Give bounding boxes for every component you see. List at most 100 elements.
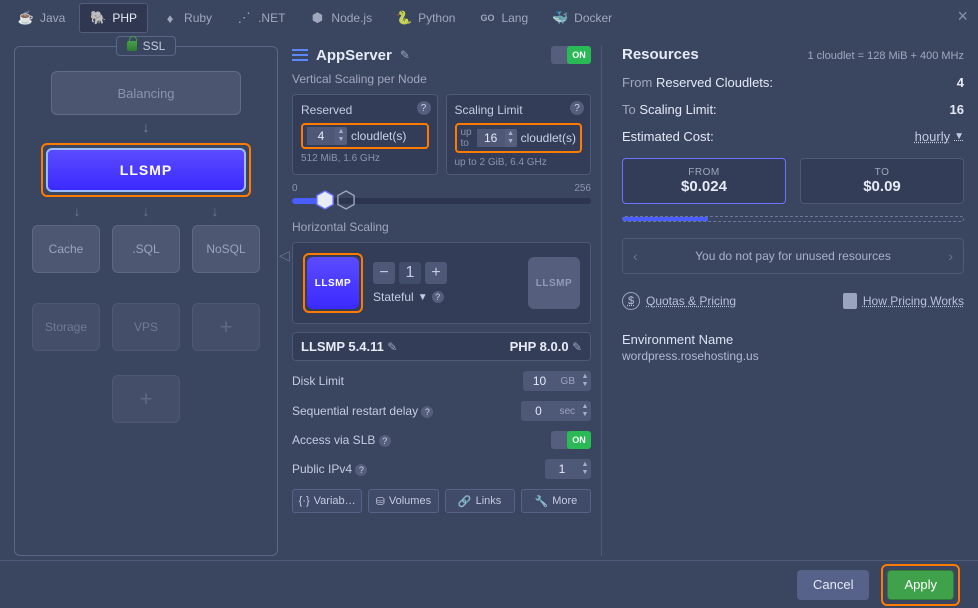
restart-delay-stepper[interactable]: sec▲▼ <box>521 401 591 421</box>
node-thumb-add[interactable]: LLSMP <box>528 257 580 309</box>
storage-node[interactable]: Storage <box>32 303 100 351</box>
add-node[interactable]: + <box>192 303 260 351</box>
stepper-down-icon[interactable]: ▼ <box>579 381 591 389</box>
limit-input[interactable] <box>477 129 505 147</box>
reserved-input[interactable] <box>307 127 335 145</box>
go-icon: GO <box>479 10 495 26</box>
increment-button[interactable]: + <box>425 262 447 284</box>
cost-to-value: $0.09 <box>801 178 963 195</box>
apply-highlight: Apply <box>881 564 960 606</box>
stepper-up-icon[interactable]: ▲ <box>579 373 591 381</box>
stepper-down-icon[interactable]: ▼ <box>505 138 517 146</box>
node-thumb[interactable]: LLSMP <box>307 257 359 309</box>
node-count: 1 <box>399 262 421 284</box>
ruby-icon: ♦ <box>162 10 178 26</box>
stepper-down-icon[interactable]: ▼ <box>579 411 591 419</box>
disk-limit-label: Disk Limit <box>292 374 344 388</box>
tab-node[interactable]: ⬢Node.js <box>299 4 382 32</box>
tab-go[interactable]: GOLang <box>469 4 538 32</box>
add-layer[interactable]: + <box>112 375 180 423</box>
limit-title: Scaling Limit <box>455 103 583 117</box>
ipv4-input[interactable] <box>545 459 579 479</box>
reserved-sub: 512 MiB, 1.6 GHz <box>301 153 429 164</box>
reserved-title: Reserved <box>301 103 429 117</box>
slider-handle-reserved[interactable] <box>316 190 334 210</box>
ssl-badge[interactable]: SSL <box>116 36 177 56</box>
appserver-toggle[interactable]: ON <box>551 46 591 64</box>
tab-python-label: Python <box>418 11 455 25</box>
stepper-down-icon[interactable]: ▼ <box>579 469 591 477</box>
appserver-node[interactable]: LLSMP <box>46 148 246 192</box>
limit-prefix: up to <box>461 127 473 149</box>
help-icon[interactable]: ? <box>379 435 391 447</box>
more-button[interactable]: 🔧More <box>521 489 591 513</box>
ipv4-stepper[interactable]: ▲▼ <box>545 459 591 479</box>
info-carousel: ‹ You do not pay for unused resources › <box>622 238 964 274</box>
arrow-left-icon: ◁ <box>279 247 290 264</box>
decrement-button[interactable]: − <box>373 262 395 284</box>
tab-docker[interactable]: 🐳Docker <box>542 4 622 32</box>
vps-node[interactable]: VPS <box>112 303 180 351</box>
tab-python[interactable]: 🐍Python <box>386 4 465 32</box>
slider-handle-limit[interactable] <box>337 190 355 210</box>
period-dropdown[interactable]: hourly▼ <box>915 129 964 144</box>
edit-icon[interactable]: ✎ <box>572 340 582 354</box>
carousel-prev-icon[interactable]: ‹ <box>633 248 638 264</box>
tab-dotnet[interactable]: ⋰.NET <box>226 4 295 32</box>
appserver-highlight: LLSMP <box>41 143 251 197</box>
edit-icon[interactable]: ✎ <box>400 48 410 62</box>
stepper-up-icon[interactable]: ▲ <box>579 403 591 411</box>
slb-toggle[interactable]: ON <box>551 431 591 449</box>
dollar-icon: $ <box>622 292 640 310</box>
apply-label: Apply <box>904 577 937 592</box>
volumes-button[interactable]: ⛁Volumes <box>368 489 438 513</box>
tab-ruby[interactable]: ♦Ruby <box>152 4 222 32</box>
quotas-link[interactable]: $Quotas & Pricing <box>622 292 736 310</box>
stepper-up-icon[interactable]: ▲ <box>579 461 591 469</box>
cloudlet-slider[interactable]: 0256 <box>292 183 591 204</box>
help-icon[interactable]: ? <box>570 101 584 115</box>
stepper-down-icon[interactable]: ▼ <box>335 136 347 144</box>
sql-node[interactable]: .SQL <box>112 225 180 273</box>
help-icon[interactable]: ? <box>417 101 431 115</box>
language-tabs: ☕Java 🐘PHP ♦Ruby ⋰.NET ⬢Node.js 🐍Python … <box>0 0 978 36</box>
edit-icon[interactable]: ✎ <box>387 340 397 354</box>
nosql-node[interactable]: NoSQL <box>192 225 260 273</box>
topology-panel: SSL Balancing ↓ LLSMP ↓ ↓ ↓ ◁ Cache .SQL… <box>14 46 278 556</box>
cancel-button[interactable]: Cancel <box>797 570 869 600</box>
help-icon[interactable]: ? <box>355 464 367 476</box>
engine-version: PHP 8.0.0 <box>510 339 569 354</box>
stack-version: LLSMP 5.4.11 <box>301 339 384 354</box>
cache-node[interactable]: Cache <box>32 225 100 273</box>
horizontal-scaling-label: Horizontal Scaling <box>292 220 591 234</box>
balancing-node[interactable]: Balancing <box>51 71 241 115</box>
chevron-down-icon: ▼ <box>418 292 428 303</box>
resources-panel: Resources 1 cloudlet = 128 MiB + 400 MHz… <box>616 46 964 556</box>
scaling-limit-label: Scaling Limit: <box>639 102 716 117</box>
menu-icon[interactable] <box>292 49 308 61</box>
how-pricing-link[interactable]: How Pricing Works <box>843 292 964 310</box>
tab-php[interactable]: 🐘PHP <box>79 3 148 33</box>
tab-java[interactable]: ☕Java <box>8 4 75 32</box>
reserved-stepper[interactable]: ▲▼ <box>307 127 347 145</box>
limit-stepper[interactable]: ▲▼ <box>477 129 517 147</box>
help-icon[interactable]: ? <box>421 406 433 418</box>
links-label: Links <box>476 495 502 507</box>
variables-button[interactable]: {·}Variab… <box>292 489 362 513</box>
stateful-dropdown[interactable]: Stateful ▼ ? <box>373 290 447 304</box>
nosql-label: NoSQL <box>206 242 245 256</box>
more-label: More <box>552 495 577 507</box>
carousel-next-icon[interactable]: › <box>948 248 953 264</box>
stepper-up-icon[interactable]: ▲ <box>335 128 347 136</box>
disk-limit-stepper[interactable]: GB▲▼ <box>523 371 591 391</box>
restart-delay-input[interactable] <box>521 401 555 421</box>
reserved-cloudlets-value: 4 <box>957 75 964 90</box>
estimated-cost-label: Estimated Cost: <box>622 129 714 144</box>
links-button[interactable]: 🔗Links <box>445 489 515 513</box>
help-icon[interactable]: ? <box>432 291 444 303</box>
tab-php-label: PHP <box>112 11 137 25</box>
disk-limit-input[interactable] <box>523 371 557 391</box>
close-icon[interactable]: × <box>957 6 968 27</box>
apply-button[interactable]: Apply <box>887 570 954 600</box>
stepper-up-icon[interactable]: ▲ <box>505 130 517 138</box>
